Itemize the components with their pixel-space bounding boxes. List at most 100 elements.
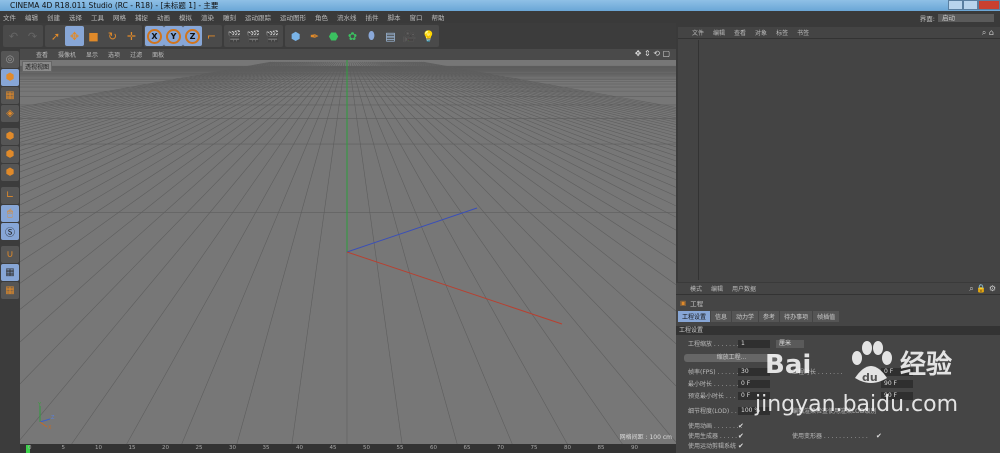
- menu-item-12[interactable]: 运动图形: [280, 12, 306, 22]
- select-tool-icon[interactable]: ➚: [46, 26, 65, 46]
- menu-item-6[interactable]: 捕捉: [135, 12, 148, 22]
- pen-icon[interactable]: ✒: [305, 26, 324, 46]
- planar-workplane-icon[interactable]: ▦: [1, 282, 19, 299]
- render-view-icon[interactable]: 🎬: [225, 26, 244, 46]
- make-editable-icon[interactable]: ◎: [1, 51, 19, 68]
- layout-selector[interactable]: 界面: 启动: [920, 13, 994, 23]
- grid-line: [181, 61, 342, 444]
- last-tool-icon[interactable]: ✛: [122, 26, 141, 46]
- tab-5[interactable]: 帧插值: [813, 311, 840, 322]
- render-settings-icon[interactable]: 🎬: [263, 26, 282, 46]
- close-button[interactable]: [978, 0, 1000, 10]
- viewport-menu: ✥ ⇕ ⟲ ▢ 查看 摄像机 显示 选项 过滤 面板: [20, 49, 676, 60]
- viewport-menu-item-5[interactable]: 面板: [152, 50, 164, 59]
- polygons-mode-icon[interactable]: ⬢: [1, 164, 19, 181]
- lock-workplane-icon[interactable]: ▦: [1, 264, 19, 281]
- move-tool-icon[interactable]: ✥: [65, 26, 84, 46]
- cube-icon[interactable]: ⬢: [286, 26, 305, 46]
- menu-item-0[interactable]: 文件: [3, 12, 16, 22]
- maximize-button[interactable]: [963, 0, 978, 10]
- tab-3[interactable]: 参考: [759, 311, 780, 322]
- main-toolbar: ↶ ↷ ➚ ✥ ■ ↻ ✛ X Y Z ⌐ 🎬 🎬 🎬 ⬢ ✒ ⬣ ✿ ⬮ ▤ 🎥 💡: [0, 24, 676, 48]
- tab-4[interactable]: 待办事项: [780, 311, 813, 322]
- om-menu-item-2[interactable]: 查看: [734, 28, 746, 37]
- minimize-button[interactable]: [948, 0, 963, 10]
- menu-item-18[interactable]: 帮助: [432, 12, 445, 22]
- menu-item-1[interactable]: 编辑: [25, 12, 38, 22]
- use-deformers-checkbox[interactable]: ✔: [876, 432, 882, 440]
- om-menu-item-5[interactable]: 书签: [797, 28, 809, 37]
- watermark-du: du: [862, 371, 878, 384]
- menu-item-16[interactable]: 脚本: [388, 12, 401, 22]
- use-motion-system-checkbox[interactable]: ✔: [738, 442, 744, 450]
- grid-line: [20, 61, 327, 263]
- viewport-menu-item-3[interactable]: 选项: [108, 50, 120, 59]
- tweak-mode-icon[interactable]: 🖱: [1, 205, 19, 222]
- model-mode-icon[interactable]: ⬢: [1, 69, 19, 86]
- render-picture-viewer-icon[interactable]: 🎬: [244, 26, 263, 46]
- menu-item-3[interactable]: 选择: [69, 12, 82, 22]
- timeline-ruler[interactable]: 0 5 10 15 20 25 30 35 40 45 50 55 60 65 70 75 80 85 90: [20, 444, 676, 453]
- menu-item-2[interactable]: 创建: [47, 12, 60, 22]
- om-menu-item-3[interactable]: 对象: [755, 28, 767, 37]
- edges-mode-icon[interactable]: ⬢: [1, 146, 19, 163]
- grid-line: [20, 61, 319, 206]
- layout-dropdown[interactable]: 启动: [938, 14, 994, 22]
- menu-item-15[interactable]: 插件: [366, 12, 379, 22]
- tab-0[interactable]: 工程设置: [678, 311, 711, 322]
- watermark-url: jingyan.baidu.com: [755, 392, 959, 417]
- coordinate-system-icon[interactable]: ⌐: [202, 26, 221, 46]
- om-menu-item-0[interactable]: 文件: [692, 28, 704, 37]
- am-menu-item-0[interactable]: 模式: [690, 284, 702, 293]
- viewport-nav-icons[interactable]: ✥ ⇕ ⟲ ▢: [635, 49, 670, 58]
- am-menu-item-2[interactable]: 用户数据: [732, 284, 756, 293]
- menu-item-7[interactable]: 动画: [157, 12, 170, 22]
- menu-item-9[interactable]: 渲染: [201, 12, 214, 22]
- menu-item-13[interactable]: 角色: [315, 12, 328, 22]
- floor-icon[interactable]: ▤: [381, 26, 400, 46]
- deformer-icon[interactable]: ⬮: [362, 26, 381, 46]
- use-generators-checkbox[interactable]: ✔: [738, 432, 744, 440]
- solo-icon[interactable]: Ⓢ: [1, 223, 19, 240]
- grid-line: [352, 61, 513, 444]
- camera-icon[interactable]: 🎥: [400, 26, 419, 46]
- rotate-tool-icon[interactable]: ↻: [103, 26, 122, 46]
- axis-mode-icon[interactable]: ∟: [1, 187, 19, 204]
- viewport-menu-item-2[interactable]: 显示: [86, 50, 98, 59]
- menu-item-17[interactable]: 窗口: [410, 12, 423, 22]
- menu-item-14[interactable]: 流水线: [337, 12, 357, 22]
- om-menu-item-4[interactable]: 标签: [776, 28, 788, 37]
- light-icon[interactable]: 💡: [419, 26, 438, 46]
- subdivision-icon[interactable]: ⬣: [324, 26, 343, 46]
- menu-item-5[interactable]: 网格: [113, 12, 126, 22]
- snap-icon[interactable]: ∪: [1, 246, 19, 263]
- use-deformers-label: 使用变形器 . . . . . . . . . . . .: [792, 433, 868, 440]
- z-axis-lock-icon[interactable]: Z: [183, 26, 202, 46]
- workplane-mode-icon[interactable]: ◈: [1, 105, 19, 122]
- points-mode-icon[interactable]: ⬢: [1, 128, 19, 145]
- texture-mode-icon[interactable]: ▦: [1, 87, 19, 104]
- y-axis-lock-icon[interactable]: Y: [164, 26, 183, 46]
- undo-icon[interactable]: ↶: [4, 26, 23, 46]
- menu-item-8[interactable]: 模拟: [179, 12, 192, 22]
- lock-icon[interactable]: ⌕ 🔒 ⚙: [969, 284, 996, 294]
- perspective-viewport[interactable]: 透视视图 网格间距 : 100 cm Y ZX: [20, 60, 676, 444]
- menu-item-11[interactable]: 运动跟踪: [245, 12, 271, 22]
- redo-icon[interactable]: ↷: [23, 26, 42, 46]
- use-animation-checkbox[interactable]: ✔: [738, 422, 744, 430]
- grid-line: [373, 61, 676, 218]
- am-menu-item-1[interactable]: 编辑: [711, 284, 723, 293]
- scale-tool-icon[interactable]: ■: [84, 26, 103, 46]
- x-axis-lock-icon[interactable]: X: [145, 26, 164, 46]
- menu-item-4[interactable]: 工具: [91, 12, 104, 22]
- search-icon[interactable]: ⌕ ⌂: [982, 28, 994, 38]
- tab-1[interactable]: 信息: [711, 311, 732, 322]
- viewport-menu-item-1[interactable]: 摄像机: [58, 50, 76, 59]
- viewport-menu-item-0[interactable]: 查看: [36, 50, 48, 59]
- array-icon[interactable]: ✿: [343, 26, 362, 46]
- menu-item-10[interactable]: 雕刻: [223, 12, 236, 22]
- tab-2[interactable]: 动力学: [732, 311, 759, 322]
- om-menu-item-1[interactable]: 编辑: [713, 28, 725, 37]
- viewport-menu-item-4[interactable]: 过滤: [130, 50, 142, 59]
- grid-line: [20, 61, 331, 310]
